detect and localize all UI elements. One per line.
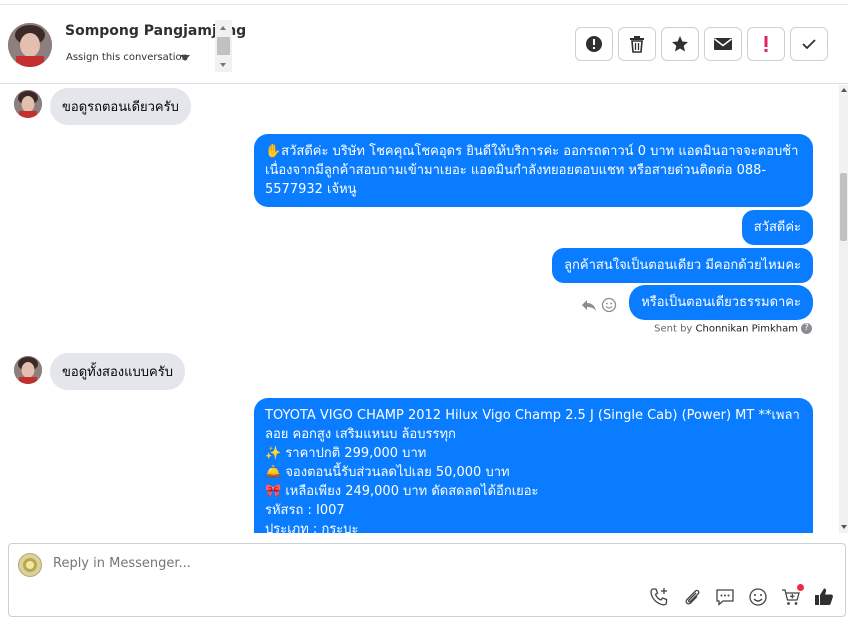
star-button[interactable] [661,27,699,61]
done-button[interactable] [790,27,828,61]
checkmark-icon [802,39,816,50]
listing-final-price: 🎀 เหลือเพียง 249,000 บาท ดัดสดลดได้อีกเย… [265,484,539,499]
thread-scrollbar[interactable] [839,85,848,533]
react-emoji-icon[interactable] [601,297,617,313]
listing-discount: 🛎️ จองตอนนี้รับส่วนลดไปเลย 50,000 บาท [265,465,510,480]
notification-dot [797,584,804,591]
spam-button[interactable] [747,27,785,61]
saved-reply-icon[interactable] [714,586,736,608]
paperclip-icon[interactable] [681,586,703,608]
outgoing-message[interactable]: สวัสดีค่ะ [741,210,813,245]
page-avatar [18,553,42,577]
alert-button[interactable] [575,27,613,61]
contact-avatar-small [14,90,42,118]
scroll-down-icon[interactable] [841,525,847,529]
phone-plus-icon[interactable] [648,586,670,608]
listing-title: TOYOTA VIGO CHAMP 2012 Hilux Vigo Champ … [265,408,800,442]
sent-by-name: Chonnikan Pimkham [695,323,798,335]
listing-price: ✨ ราคาปกติ 299,000 บาท [265,446,427,461]
reply-composer [8,543,846,617]
outgoing-message[interactable]: ✋สวัสดีค่ะ บริษัท โชคคุณโชคอุดร ยินดีให้… [254,134,813,207]
emoji-icon[interactable] [747,586,769,608]
outgoing-message[interactable]: หรือเป็นตอนเดียวธรรมดาคะ [629,285,813,320]
chevron-down-icon[interactable] [180,55,190,61]
star-icon [672,36,688,52]
conversation-header: Sompong Pangjamjang Assign this conversa… [0,4,848,84]
header-scrollbar[interactable] [215,20,232,72]
contact-avatar-small [14,356,42,384]
outgoing-message[interactable]: TOYOTA VIGO CHAMP 2012 Hilux Vigo Champ … [254,398,813,533]
sent-by-prefix: Sent by [654,323,693,335]
scroll-up-icon[interactable] [220,26,226,30]
reply-input[interactable] [53,556,653,571]
delete-button[interactable] [618,27,656,61]
composer-toolbar [648,584,835,608]
incoming-message[interactable]: ขอดูรถตอนเดียวครับ [50,88,191,125]
assign-conversation-link[interactable]: Assign this conversation [66,52,188,63]
mark-unread-button[interactable] [704,27,742,61]
sent-by-label: Sent by Chonnikan Pimkham? [654,323,812,335]
listing-code: รหัสรถ : I007 [265,503,345,518]
incoming-message[interactable]: ขอดูทั้งสองแบบครับ [50,353,185,390]
exclamation-circle-icon [586,36,602,52]
envelope-icon [714,38,732,50]
thumbs-up-icon[interactable] [813,586,835,608]
outgoing-message[interactable]: ลูกค้าสนใจเป็นตอนเดียว มีคอกด้วยไหมคะ [552,248,813,283]
help-icon[interactable]: ? [801,323,812,334]
message-thread[interactable]: ขอดูรถตอนเดียวครับ ✋สวัสดีค่ะ บริษัท โชค… [0,85,838,533]
reply-icon[interactable] [581,297,597,313]
listing-type: ประเภท : กระบะ [265,522,359,533]
scroll-down-icon[interactable] [220,63,226,67]
scroll-thumb[interactable] [217,37,230,55]
message-actions [581,297,617,313]
contact-avatar[interactable] [8,23,52,67]
scroll-up-icon[interactable] [841,88,847,92]
cart-icon[interactable] [780,584,804,608]
scroll-thumb[interactable] [840,173,847,241]
exclamation-icon [764,36,768,52]
trash-icon [630,36,644,53]
